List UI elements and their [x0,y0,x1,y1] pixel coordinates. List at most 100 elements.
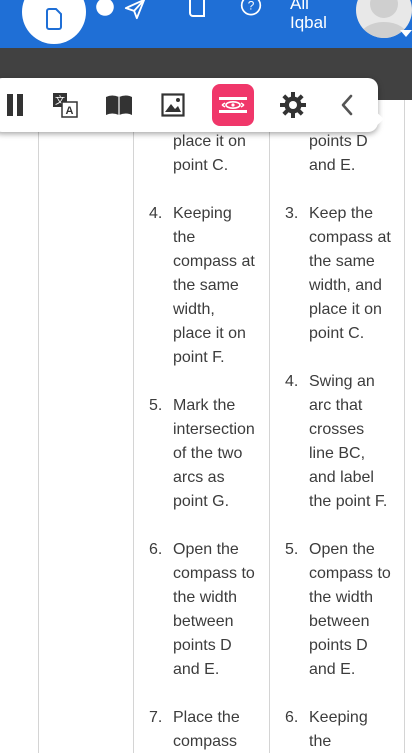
step-text-line: point F. [173,349,225,366]
user-last-name: Iqbal [290,13,327,32]
step-text-line: the [173,229,196,246]
list-item-partial: place it on point C. [149,130,246,178]
step-text-line: the same [173,277,239,294]
step-text-line: arcs as [173,469,225,486]
step-text-line: compass at [173,253,255,270]
svg-text:?: ? [248,0,255,13]
step-text-line: the same [309,253,375,270]
step-number: 5. [149,397,163,414]
collapse-toolbar-button[interactable] [326,84,368,126]
step-text-line: and label [309,469,374,486]
step-text-line: the point F. [309,493,388,510]
document-icon [46,8,62,30]
step-text-line: Swing an [309,373,375,390]
step-text-line: crosses [309,421,365,438]
step-text-line: point C. [309,325,365,342]
step-text-line: Open the [309,541,375,558]
step-text: Open the compass to the width between po… [309,538,391,682]
step-text-line: compass [173,733,238,750]
step-text: Keeping the compass at the same width, p… [173,202,255,370]
step-text-line: and E. [309,661,356,678]
svg-text:A: A [66,105,74,117]
avatar-head [370,0,398,18]
help-icon[interactable]: ? [240,0,262,18]
step-text-line: the width [309,589,374,606]
step-text: Open the compass to the width between po… [173,538,255,682]
step-text-line: Open the [173,541,239,558]
step-text: Mark the intersection of the two arcs as… [173,394,255,514]
table-border-middle-left [133,100,134,753]
step-text-line: compass at [309,229,391,246]
list-item-partial: points D and E. [285,130,368,178]
list-item-step-4: 4. Swing an arc that crosses line BC, an… [285,370,387,514]
reading-mode-button[interactable] [212,84,254,126]
step-text-line: width, and [309,277,382,294]
step-text-line: place it on [173,325,246,342]
list-item-step-5: 5. Open the compass to the width between… [285,538,391,682]
list-item-step-5: 5. Mark the intersection of the two arcs… [149,394,255,514]
notebook-icon[interactable] [186,0,208,18]
step-number: 4. [285,373,299,390]
step-text-line: points D [309,133,368,150]
image-icon [161,93,185,117]
table-border-left [38,100,39,753]
step-text: Keeping the [309,706,368,753]
list-item-step-6: 6. Keeping the [285,706,368,753]
step-text-line: intersection [173,421,255,438]
table-border-middle-right [269,100,270,753]
gear-icon [280,92,306,118]
step-text-line: Place the [173,709,240,726]
step-text-line: place it on [309,301,382,318]
image-button[interactable] [152,84,194,126]
step-number: 6. [149,541,163,558]
book-button[interactable] [98,84,140,126]
reader-toolbar: 文 A [0,78,378,132]
list-item-step-3: 3. Keep the compass at the same width, a… [285,202,391,346]
step-text-line: Keep the [309,205,374,222]
settings-button[interactable] [272,84,314,126]
step-number: 4. [149,205,163,222]
step-text-line: Keeping [309,709,368,726]
dot-icon [96,0,114,16]
step-text-line: place it on [173,133,246,150]
table-border-right [404,100,405,753]
pause-button[interactable] [0,84,36,126]
step-text-line: the width [173,589,238,606]
step-text-line: points D [309,637,368,654]
chevron-down-icon[interactable] [400,30,412,37]
step-text-line: the [309,733,332,750]
pause-icon [7,94,23,116]
step-text-line: compass to [309,565,391,582]
step-number: 3. [285,205,299,222]
list-item-step-6: 6. Open the compass to the width between… [149,538,255,682]
step-text-line: between [173,613,234,630]
step-text-line: compass to [173,565,255,582]
step-text-line: line BC, [309,445,366,462]
translate-button[interactable]: 文 A [44,84,86,126]
step-text-line: and E. [309,157,356,174]
user-first-name: Ali [290,0,309,13]
reading-mode-icon [219,97,247,113]
user-name: Ali Iqbal [290,0,327,32]
step-number: 5. [285,541,299,558]
step-text: Keep the compass at the same width, and … [309,202,391,346]
step-text-line: and E. [173,661,220,678]
step-text-line: Keeping [173,205,232,222]
home-button[interactable] [22,0,86,44]
chevron-left-icon [341,94,353,116]
step-text-line: arc that [309,397,363,414]
step-text-line: of the two [173,445,243,462]
step-text: Swing an arc that crosses line BC, and l… [309,370,387,514]
book-icon [106,95,132,115]
top-app-bar: ? Ali Iqbal [0,0,412,48]
step-text-line: point G. [173,493,230,510]
step-text-line: width, [173,301,215,318]
chevron-right-icon[interactable] [374,110,384,128]
step-text: Place the compass [173,706,240,753]
step-number: 7. [149,709,163,726]
step-text-line: Mark the [173,397,236,414]
step-text-line: between [309,613,370,630]
list-item-step-4: 4. Keeping the compass at the same width… [149,202,255,370]
step-text-line: point C. [173,157,229,174]
send-icon[interactable] [124,0,146,20]
